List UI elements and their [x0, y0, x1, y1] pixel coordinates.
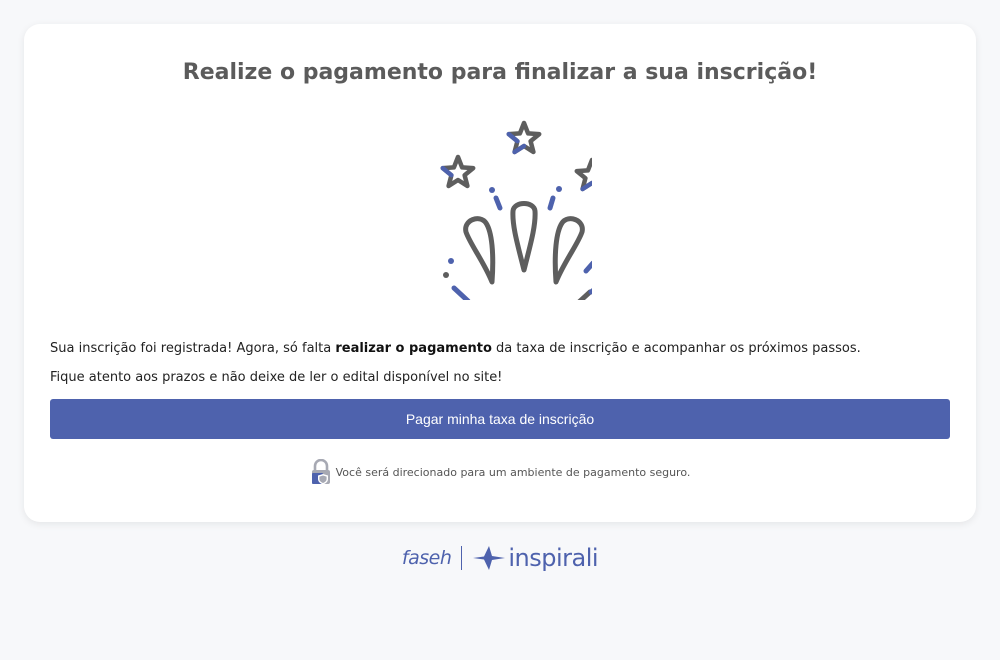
rocket-left: [463, 216, 496, 285]
inspirali-spark-icon: [473, 546, 506, 570]
registration-message: Sua inscrição foi registrada! Agora, só …: [50, 341, 861, 356]
payment-highlight: realizar o pagamento: [335, 341, 492, 356]
secure-payment-note: Você será direcionado para um ambiente d…: [24, 458, 976, 486]
logo-divider: [461, 546, 463, 570]
secure-lock-shield-icon: [311, 459, 330, 485]
footer-logos: faseh inspirali: [0, 540, 1000, 576]
inspirali-logo: inspirali: [472, 544, 599, 572]
secure-payment-text: Você será direcionado para um ambiente d…: [335, 465, 691, 479]
faseh-logo: faseh: [401, 547, 452, 569]
payment-card: Realize o pagamento para finalizar a sua…: [24, 24, 976, 522]
page-title: Realize o pagamento para finalizar a sua…: [182, 60, 818, 85]
deadline-reminder: Fique atento aos prazos e não deixe de l…: [50, 370, 503, 385]
fireworks-celebration-icon: [440, 120, 592, 300]
rocket-right: [552, 216, 585, 285]
pay-registration-fee-button[interactable]: Pagar minha taxa de inscrição: [50, 399, 950, 439]
rocket-center: [510, 201, 538, 273]
